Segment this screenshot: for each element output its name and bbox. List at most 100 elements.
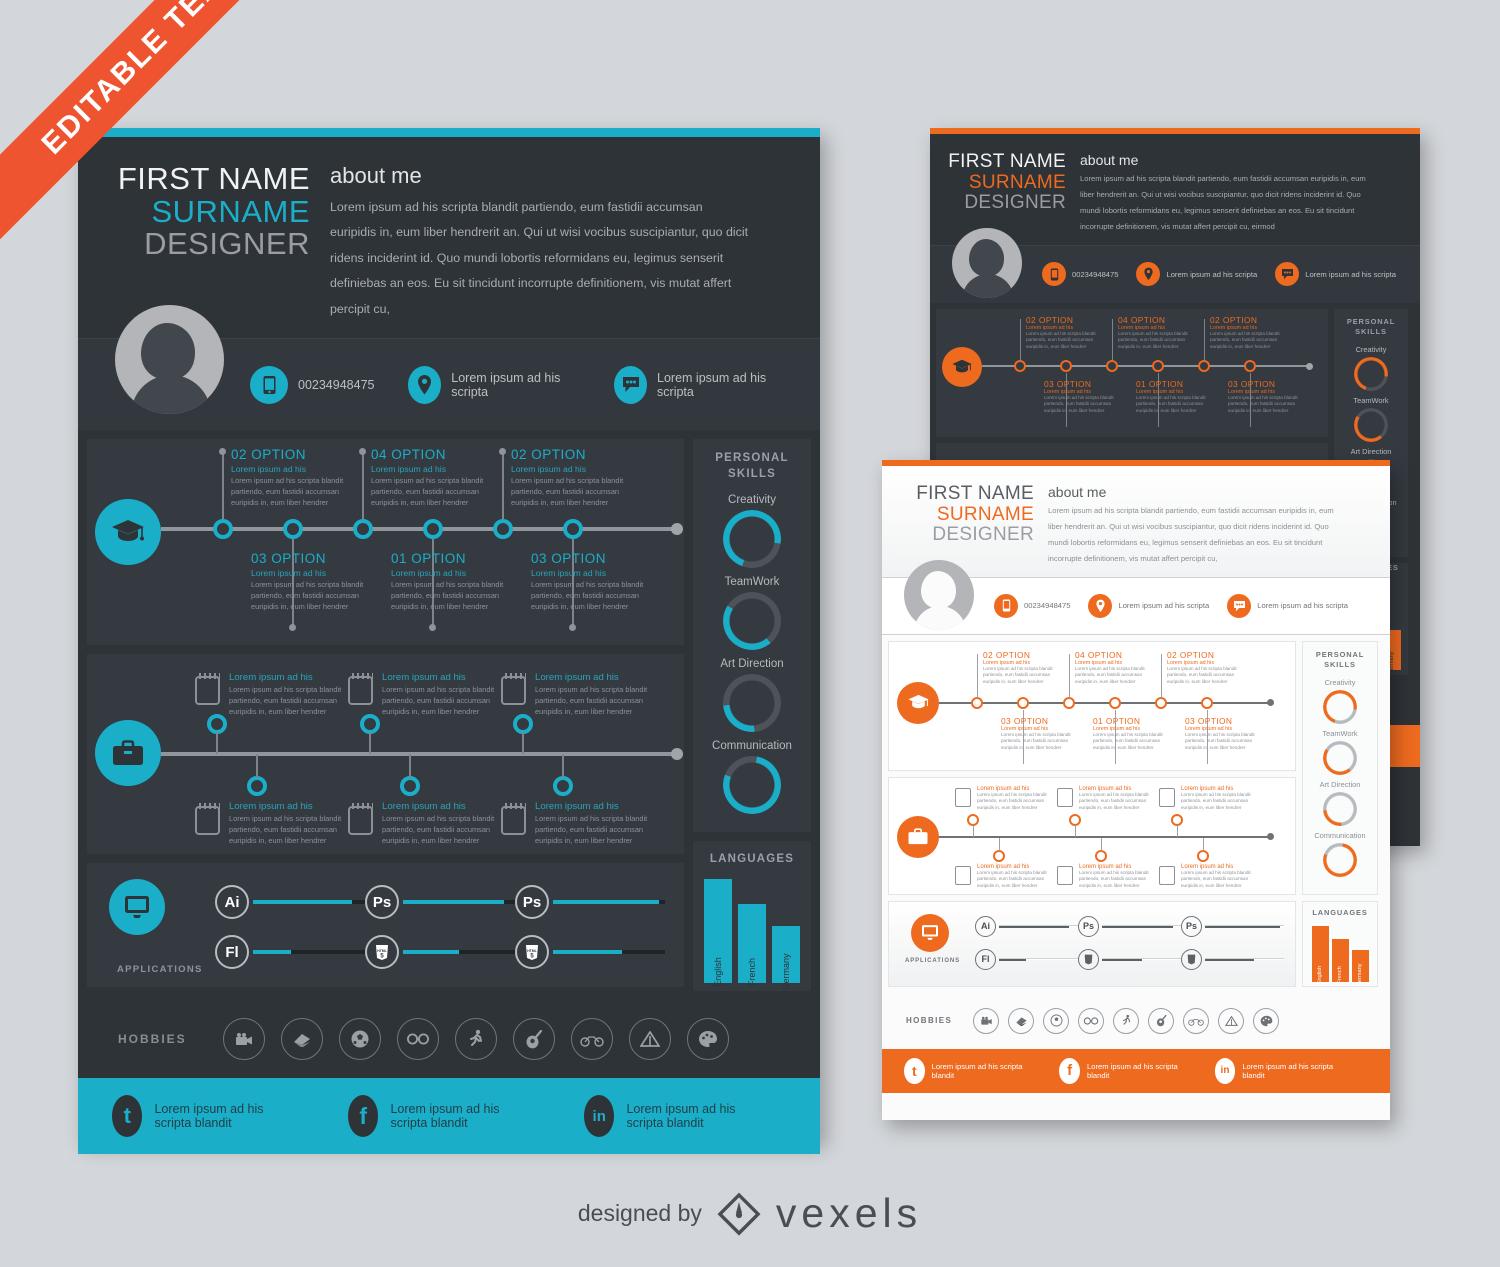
applications-grid: Ai Ps Ps Fl (975, 915, 1285, 970)
education-item-top: 02 OPTION Lorem ipsum ad his Lorem ipsum… (1026, 314, 1096, 350)
soccer-ball-icon[interactable] (1043, 1007, 1070, 1034)
work-item-top: Lorem ipsum ad his Lorem ipsum ad his sc… (382, 672, 495, 716)
sheet-body: 02 OPTION Lorem ipsum ad his Lorem ipsum… (78, 430, 820, 992)
education-timeline-panel: 02 OPTION Lorem ipsum ad his Lorem ipsum… (936, 308, 1328, 437)
palette-icon[interactable] (1253, 1007, 1280, 1034)
education-item-top: 04 OPTION Lorem ipsum ad his Lorem ipsum… (1075, 649, 1145, 685)
running-icon[interactable] (454, 1018, 497, 1061)
contact-item-location[interactable]: Lorem ipsum ad his scripta (408, 365, 580, 404)
application-item[interactable]: Fl (975, 948, 1078, 970)
book-icon[interactable] (1008, 1007, 1035, 1034)
work-item-top: Lorem ipsum ad his Lorem ipsum ad his sc… (977, 785, 1047, 811)
personal-skills-title: PERSONAL SKILLS (1346, 316, 1396, 336)
application-item[interactable] (1078, 948, 1181, 970)
education-item-bottom: 03 OPTION Lorem ipsum ad his Lorem ipsum… (531, 551, 644, 611)
sheet-header: FIRST NAME SURNAME DESIGNER about me Lor… (930, 134, 1420, 245)
application-item[interactable]: Fl (215, 935, 365, 970)
education-item-bottom: 01 OPTION Lorem ipsum ad his Lorem ipsum… (1136, 378, 1206, 414)
social-item-facebook[interactable]: f Lorem ipsum ad his scripta blandit (1059, 1057, 1178, 1084)
application-item[interactable]: Ps (1181, 915, 1284, 937)
note-icon (1159, 865, 1175, 885)
skill-item: Communication (693, 740, 811, 815)
contact-item-location[interactable]: Lorem ipsum ad his scripta (1136, 262, 1258, 287)
chat-bubble-icon (1227, 593, 1252, 618)
applications-label: APPLICATIONS (117, 964, 203, 976)
contact-item-phone[interactable]: 00234948475 (994, 593, 1070, 618)
applications-row: Ai Ps Ps (215, 885, 675, 920)
hobbies-panel: HOBBIES (882, 992, 1390, 1049)
guitar-icon[interactable] (1148, 1007, 1175, 1034)
soccer-ball-icon[interactable] (338, 1018, 381, 1061)
contact-item-phone[interactable]: 00234948475 (1042, 262, 1118, 287)
application-item[interactable]: Ps (1078, 915, 1181, 937)
application-item[interactable] (1181, 948, 1284, 970)
education-item-bottom: 03 OPTION Lorem ipsum ad his Lorem ipsum… (1001, 715, 1071, 751)
contact-item-chat[interactable]: Lorem ipsum ad his scripta (614, 365, 786, 404)
application-item[interactable]: Ps (515, 885, 665, 920)
tent-icon[interactable] (628, 1018, 671, 1061)
job-role: DESIGNER (964, 192, 1066, 214)
social-item-linkedin[interactable]: in Lorem ipsum ad his scripta blandit (584, 1095, 764, 1138)
skill-ring (723, 756, 781, 815)
running-icon[interactable] (1113, 1007, 1140, 1034)
language-bar: English (1311, 925, 1329, 984)
education-item-bottom: 01 OPTION Lorem ipsum ad his Lorem ipsum… (391, 551, 504, 611)
application-item[interactable]: Ps (365, 885, 515, 920)
contact-item-phone[interactable]: 00234948475 (250, 365, 374, 404)
education-item-bottom: 03 OPTION Lorem ipsum ad his Lorem ipsum… (251, 551, 364, 611)
contact-text: Lorem ipsum ad his scripta (1166, 269, 1258, 279)
contact-text: Lorem ipsum ad his scripta (1257, 601, 1348, 611)
vexels-wordmark: vexels (775, 1190, 923, 1236)
bicycle-icon[interactable] (570, 1018, 613, 1061)
twitter-icon: t (112, 1095, 143, 1138)
glasses-icon[interactable] (396, 1018, 439, 1061)
language-bar: English (704, 879, 732, 987)
designed-by-label: designed by (577, 1200, 702, 1226)
app-badge-html5: HTML 5 (365, 935, 399, 970)
note-icon (195, 803, 220, 836)
chat-bubble-icon (1275, 262, 1300, 287)
video-camera-icon[interactable] (973, 1007, 1000, 1034)
social-item-linkedin[interactable]: in Lorem ipsum ad his scripta blandit (1214, 1057, 1334, 1084)
social-footer: t Lorem ipsum ad his scripta blandit f L… (882, 1048, 1390, 1093)
app-badge-fl: Fl (215, 935, 249, 970)
contact-item-chat[interactable]: Lorem ipsum ad his scripta (1275, 262, 1396, 287)
contact-item-chat[interactable]: Lorem ipsum ad his scripta (1227, 593, 1348, 618)
facebook-icon: f (348, 1095, 379, 1138)
languages-bars: English French Germany (693, 879, 811, 991)
application-item[interactable]: HTML 5 (365, 935, 515, 970)
skill-ring (1354, 356, 1388, 391)
bicycle-icon[interactable] (1183, 1007, 1210, 1034)
book-icon[interactable] (280, 1018, 323, 1061)
skill-item: Art Direction (1303, 780, 1377, 826)
app-badge-ps: Ps (365, 885, 399, 920)
guitar-icon[interactable] (512, 1018, 555, 1061)
contact-strip: 00234948475 Lorem ipsum ad his scripta L… (930, 227, 1420, 303)
social-item-twitter[interactable]: t Lorem ipsum ad his scripta blandit (904, 1057, 1023, 1084)
tent-icon[interactable] (1218, 1007, 1245, 1034)
video-camera-icon[interactable] (222, 1018, 265, 1061)
resume-sheet-white-orange: FIRST NAME SURNAME DESIGNER about me Lor… (882, 460, 1390, 1120)
application-item[interactable]: HTML 5 (515, 935, 665, 970)
app-progress-track (403, 950, 515, 955)
work-item-bottom: Lorem ipsum ad his Lorem ipsum ad his sc… (535, 801, 648, 845)
skill-ring (1323, 689, 1357, 724)
social-item-facebook[interactable]: f Lorem ipsum ad his scripta blandit (348, 1095, 528, 1138)
social-item-twitter[interactable]: t Lorem ipsum ad his scripta blandit (112, 1095, 292, 1138)
about-text: Lorem ipsum ad his scripta blandit parti… (330, 200, 749, 316)
note-icon (501, 673, 526, 706)
app-progress-track (999, 958, 1078, 962)
contact-text: Lorem ipsum ad his scripta (657, 370, 767, 399)
job-role: DESIGNER (144, 226, 310, 262)
skill-item: TeamWork (1334, 396, 1408, 442)
right-column: PERSONAL SKILLS Creativity TeamWork Art … (1296, 635, 1384, 987)
glasses-icon[interactable] (1078, 1007, 1105, 1034)
palette-icon[interactable] (686, 1018, 729, 1061)
languages-title: LANGUAGES (1312, 907, 1368, 917)
language-bar: Germany (1351, 949, 1369, 986)
application-item[interactable]: Ai (215, 885, 365, 920)
contact-item-location[interactable]: Lorem ipsum ad his scripta (1088, 593, 1209, 618)
skill-item: Communication (1303, 831, 1377, 877)
application-item[interactable]: Ai (975, 915, 1078, 937)
education-item-bottom: 03 OPTION Lorem ipsum ad his Lorem ipsum… (1228, 378, 1298, 414)
